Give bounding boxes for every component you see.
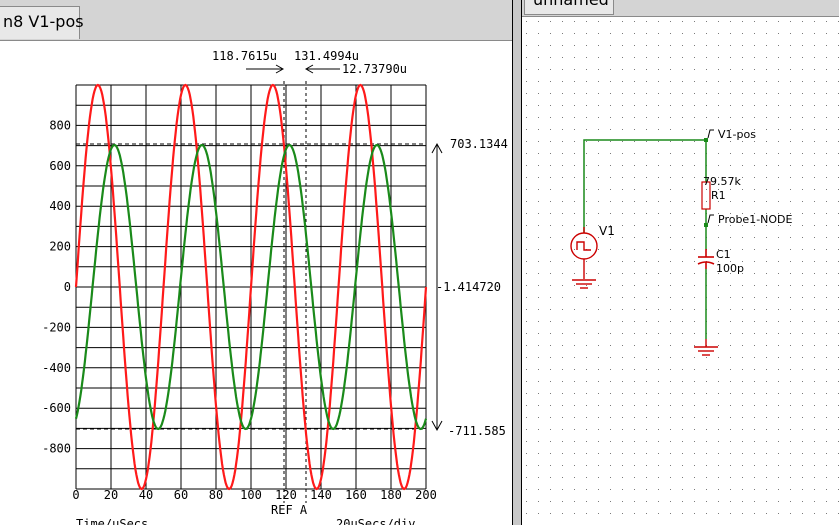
resistor-name: R1 xyxy=(711,189,726,202)
cursor-delta-readout: 12.73790u xyxy=(342,62,407,76)
node-v1-pos[interactable] xyxy=(704,138,708,142)
ground-capacitor-icon[interactable] xyxy=(694,339,718,356)
waveform-plot[interactable]: 0 20 40 60 80 100 120 140 160 180 200 800 600 400 200… xyxy=(0,41,512,525)
x-tick-label: 80 xyxy=(209,488,223,502)
y-tick-label: 0 xyxy=(64,280,71,294)
schematic-tab-label: unnamed xyxy=(533,0,609,9)
x-scale-label: 20uSecs/div xyxy=(336,517,415,525)
y-tick-label: 200 xyxy=(49,240,71,254)
waveform-tab[interactable]: n8 V1-pos xyxy=(0,6,84,39)
net-label-v1-pos[interactable]: V1-pos xyxy=(718,128,756,141)
x-tick-label: 60 xyxy=(174,488,188,502)
schematic-wires xyxy=(583,139,707,339)
capacitor-name: C1 xyxy=(716,248,731,261)
capacitor-c1-icon[interactable] xyxy=(697,249,715,269)
x-tick-label: 40 xyxy=(139,488,153,502)
waveform-window: n8 V1-pos 0 20 40 60 80 100 120 140 160 180 200 80… xyxy=(0,0,512,525)
x-tick-label: 180 xyxy=(380,488,402,502)
waveform-tab-label: n8 V1-pos xyxy=(3,12,84,31)
voltage-source-name: V1 xyxy=(599,224,615,238)
x-tick-label: 200 xyxy=(415,488,437,502)
y-tick-label: 400 xyxy=(49,199,71,213)
reference-label: REF A xyxy=(271,503,308,517)
schematic-window: unnamed V1-pos Probe1-NODE 79.57k R1 C1 xyxy=(522,0,839,525)
schematic-tab[interactable]: unnamed xyxy=(524,0,614,15)
x-tick-label: 20 xyxy=(104,488,118,502)
cursor-b-readout: 131.4994u xyxy=(294,49,359,63)
panel-splitter[interactable] xyxy=(512,0,522,525)
schematic-tab-bar: unnamed xyxy=(522,0,839,17)
net-flag-icon xyxy=(707,129,714,139)
x-tick-label: 120 xyxy=(275,488,297,502)
x-tick-label: 160 xyxy=(345,488,367,502)
wire-top[interactable] xyxy=(583,139,707,233)
y-tick-label: 600 xyxy=(49,159,71,173)
y-tick-label: 800 xyxy=(49,118,71,132)
cursor-a-readout: 118.7615u xyxy=(212,49,277,63)
y-axis-ticks: 800 600 400 200 0 -200 -400 -600 -800 xyxy=(42,118,71,455)
waveform-tab-bar: n8 V1-pos xyxy=(0,0,512,41)
node-probe1[interactable] xyxy=(704,223,708,227)
x-axis-label: Time/uSecs xyxy=(76,517,148,525)
marker-upper-readout: 703.1344 xyxy=(450,137,508,151)
marker-lower-readout: -711.585 xyxy=(448,424,506,438)
x-tick-label: 100 xyxy=(240,488,262,502)
schematic-canvas[interactable]: V1-pos Probe1-NODE 79.57k R1 C1 100p V1 xyxy=(522,17,839,525)
x-tick-label: 140 xyxy=(310,488,332,502)
y-tick-label: -200 xyxy=(42,320,71,334)
marker-mid-readout: -1.414720 xyxy=(436,280,501,294)
schematic-dot-grid xyxy=(526,21,839,514)
x-tick-label: 0 xyxy=(72,488,79,502)
x-axis-ticks: 0 20 40 60 80 100 120 140 160 180 200 xyxy=(72,488,436,502)
net-label-probe1[interactable]: Probe1-NODE xyxy=(718,213,793,226)
voltage-source-v1-icon[interactable] xyxy=(570,232,598,279)
capacitor-value: 100p xyxy=(716,262,744,275)
y-tick-label: -600 xyxy=(42,401,71,415)
resistor-value: 79.57k xyxy=(703,175,741,188)
probe-flag-icon xyxy=(707,214,714,224)
ground-source-icon[interactable] xyxy=(572,279,596,289)
y-tick-label: -400 xyxy=(42,361,71,375)
y-tick-label: -800 xyxy=(42,442,71,456)
